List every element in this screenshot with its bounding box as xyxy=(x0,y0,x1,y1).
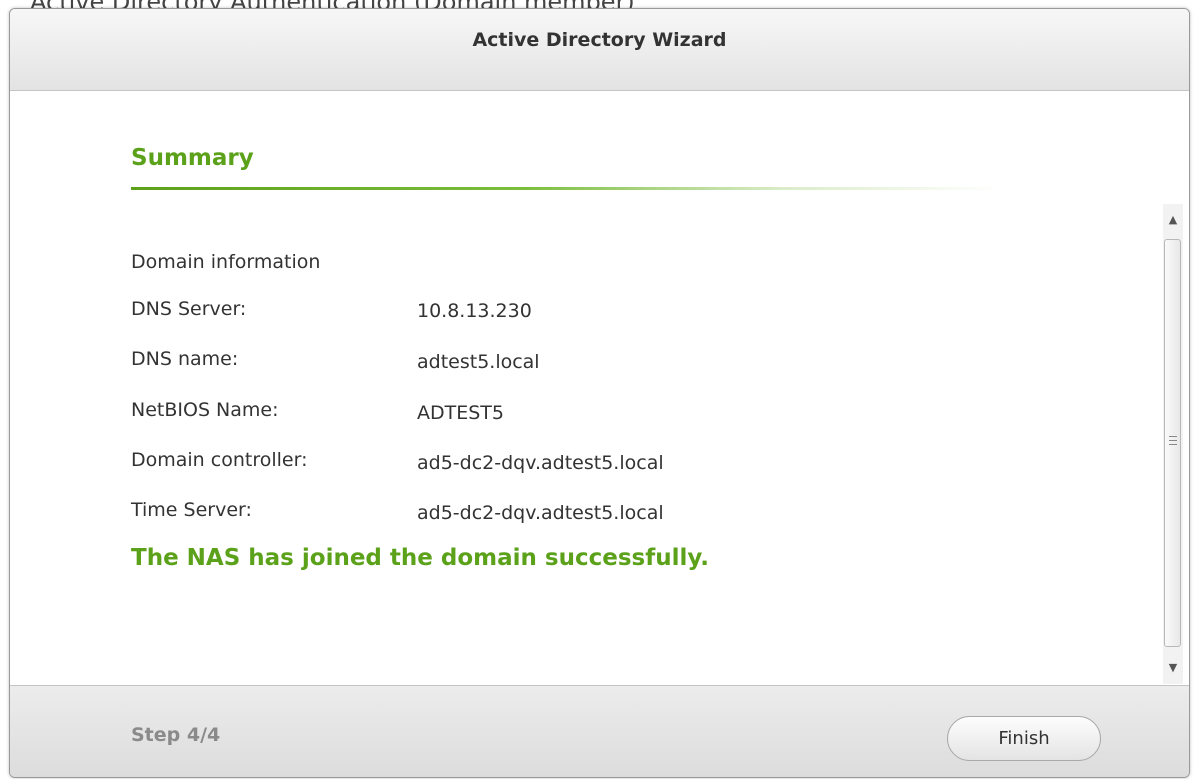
scroll-up-arrow-icon[interactable]: ▲ xyxy=(1163,204,1183,236)
domain-controller-label: Domain controller: xyxy=(131,449,308,471)
wizard-footer: Step 4/4 Finish xyxy=(10,685,1189,777)
netbios-name-label: NetBIOS Name: xyxy=(131,399,279,421)
content-scrollbar[interactable]: ▲ ▼ xyxy=(1163,204,1183,684)
dns-name-label: DNS name: xyxy=(131,348,239,370)
summary-heading: Summary xyxy=(131,145,254,171)
dns-server-label: DNS Server: xyxy=(131,298,247,320)
scroll-thumb[interactable] xyxy=(1164,239,1181,647)
dialog-titlebar[interactable]: Active Directory Wizard xyxy=(10,9,1189,91)
join-success-message: The NAS has joined the domain successful… xyxy=(131,545,709,571)
domain-info-heading: Domain information xyxy=(131,251,321,273)
dialog-title: Active Directory Wizard xyxy=(472,29,727,51)
wizard-content: Summary Domain information DNS Server: 1… xyxy=(10,91,1189,685)
netbios-name-value: ADTEST5 xyxy=(417,402,504,424)
step-indicator: Step 4/4 xyxy=(131,724,221,746)
time-server-label: Time Server: xyxy=(131,499,252,521)
scroll-grip-icon xyxy=(1169,436,1177,445)
dns-name-value: adtest5.local xyxy=(417,351,540,373)
finish-button[interactable]: Finish xyxy=(947,716,1101,761)
time-server-value: ad5-dc2-dqv.adtest5.local xyxy=(417,502,664,524)
dns-server-value: 10.8.13.230 xyxy=(417,300,532,322)
summary-divider xyxy=(131,187,1001,190)
scroll-down-arrow-icon[interactable]: ▼ xyxy=(1163,652,1183,684)
active-directory-wizard-dialog: Active Directory Wizard Summary Domain i… xyxy=(9,8,1190,778)
domain-controller-value: ad5-dc2-dqv.adtest5.local xyxy=(417,452,664,474)
